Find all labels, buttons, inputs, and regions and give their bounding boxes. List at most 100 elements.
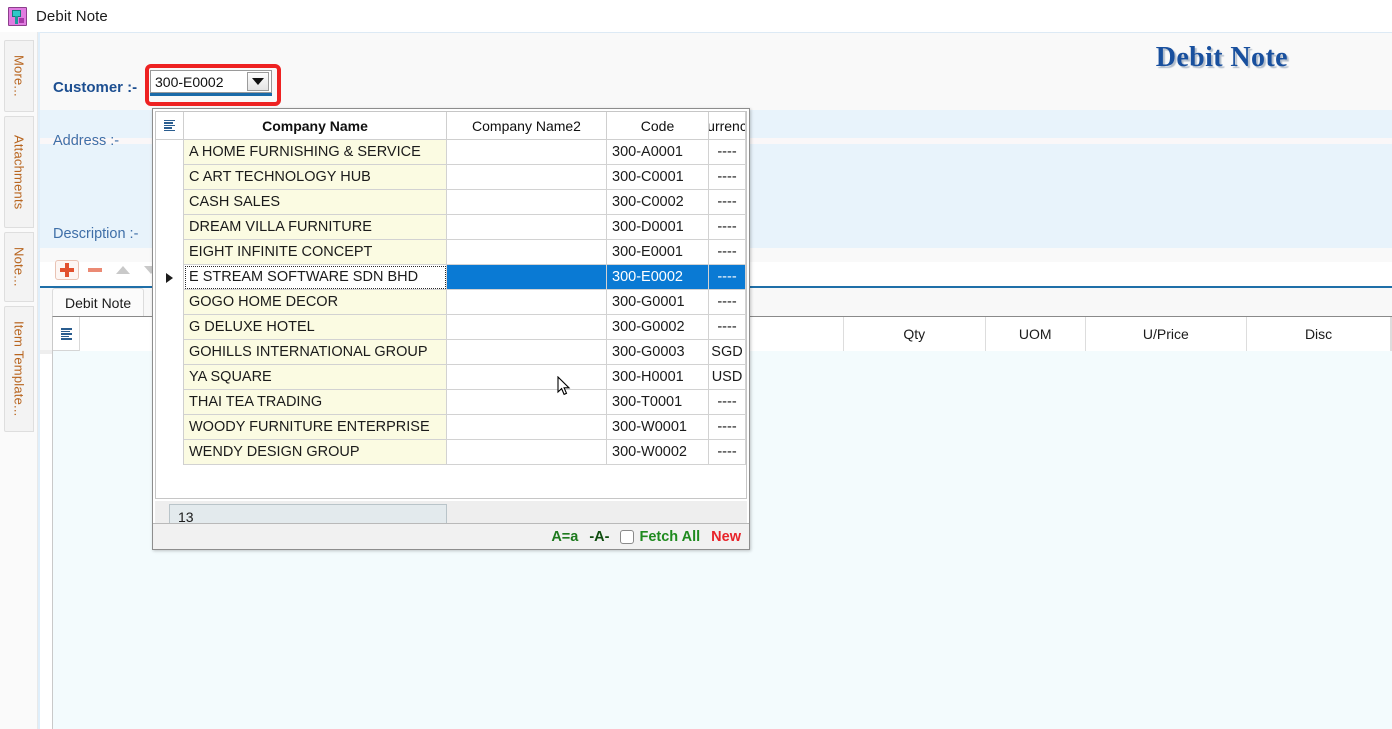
lookup-cell-company-name2[interactable] <box>447 315 607 340</box>
lookup-cell-company-name2[interactable] <box>447 365 607 390</box>
lookup-cell-company-name[interactable]: WOODY FURNITURE ENTERPRISE <box>184 415 447 440</box>
lookup-cell-company-name[interactable]: C ART TECHNOLOGY HUB <box>184 165 447 190</box>
lookup-cell-company-name2[interactable] <box>447 440 607 465</box>
lookup-row[interactable]: GOGO HOME DECOR 300-G0001---- <box>156 290 746 315</box>
lookup-cell-code[interactable]: 300-H0001 <box>607 365 709 390</box>
lookup-cell-currency[interactable]: ---- <box>709 190 746 215</box>
lookup-row[interactable]: EIGHT INFINITE CONCEPT 300-E0001---- <box>156 240 746 265</box>
row-indicator-cell[interactable] <box>156 440 184 465</box>
column-chooser-icon[interactable] <box>61 328 72 340</box>
fetch-all-checkbox[interactable] <box>620 530 634 544</box>
lookup-cell-currency[interactable]: ---- <box>709 165 746 190</box>
lookup-cell-company-name[interactable]: G DELUXE HOTEL <box>184 315 447 340</box>
lookup-row[interactable]: G DELUXE HOTEL 300-G0002---- <box>156 315 746 340</box>
column-header-uprice[interactable]: U/Price <box>1086 317 1248 351</box>
sidebar-item-item-template[interactable]: Item Template... <box>4 306 34 432</box>
lookup-cell-currency[interactable]: SGD <box>709 340 746 365</box>
lookup-row[interactable]: WENDY DESIGN GROUP300-W0002---- <box>156 440 746 465</box>
row-indicator-cell[interactable] <box>156 340 184 365</box>
lookup-cell-company-name2[interactable] <box>447 215 607 240</box>
lookup-cell-code[interactable]: 300-C0002 <box>607 190 709 215</box>
lookup-row[interactable]: A HOME FURNISHING & SERVICE 300-A0001---- <box>156 140 746 165</box>
lookup-row[interactable]: WOODY FURNITURE ENTERPRISE 300-W0001---- <box>156 415 746 440</box>
sidebar-item-attachments[interactable]: Attachments <box>4 116 34 228</box>
customer-lookup-dropdown[interactable]: Company Name Company Name2 Code urrenc A… <box>152 108 750 550</box>
lookup-row[interactable]: DREAM VILLA FURNITURE300-D0001---- <box>156 215 746 240</box>
column-header-currency[interactable]: urrenc <box>709 112 746 139</box>
lookup-cell-company-name2[interactable] <box>447 415 607 440</box>
lookup-cell-code[interactable]: 300-T0001 <box>607 390 709 415</box>
lookup-cell-company-name2[interactable] <box>447 165 607 190</box>
row-indicator-cell[interactable] <box>156 265 184 290</box>
row-indicator-cell[interactable] <box>156 390 184 415</box>
lookup-cell-code[interactable]: 300-G0001 <box>607 290 709 315</box>
lookup-cell-company-name2[interactable] <box>447 290 607 315</box>
lookup-cell-company-name[interactable]: A HOME FURNISHING & SERVICE <box>184 140 447 165</box>
lookup-cell-code[interactable]: 300-A0001 <box>607 140 709 165</box>
lookup-cell-code[interactable]: 300-E0001 <box>607 240 709 265</box>
lookup-cell-code[interactable]: 300-C0001 <box>607 165 709 190</box>
column-header-uom[interactable]: UOM <box>986 317 1086 351</box>
tab-debit-note[interactable]: Debit Note <box>52 288 144 316</box>
lookup-cell-code[interactable]: 300-W0001 <box>607 415 709 440</box>
lookup-cell-company-name2[interactable] <box>447 265 607 290</box>
lookup-cell-currency[interactable]: ---- <box>709 440 746 465</box>
lookup-cell-company-name[interactable]: DREAM VILLA FURNITURE <box>184 215 447 240</box>
lookup-gutter-header[interactable] <box>156 112 184 139</box>
lookup-cell-company-name[interactable]: YA SQUARE <box>184 365 447 390</box>
lookup-cell-currency[interactable]: ---- <box>709 290 746 315</box>
lookup-cell-company-name[interactable]: GOGO HOME DECOR <box>184 290 447 315</box>
sidebar-item-more[interactable]: More... <box>4 40 34 112</box>
case-sensitive-toggle[interactable]: A=a <box>551 529 578 545</box>
column-chooser-icon[interactable] <box>164 120 175 132</box>
lookup-cell-currency[interactable]: ---- <box>709 415 746 440</box>
column-header-company-name[interactable]: Company Name <box>184 112 447 139</box>
lookup-cell-code[interactable]: 300-G0002 <box>607 315 709 340</box>
row-indicator-cell[interactable] <box>156 415 184 440</box>
fetch-all-label[interactable]: Fetch All <box>639 529 700 545</box>
row-indicator-cell[interactable] <box>156 215 184 240</box>
lookup-cell-currency[interactable]: ---- <box>709 140 746 165</box>
row-indicator-cell[interactable] <box>156 190 184 215</box>
grid-gutter-header[interactable] <box>53 317 80 351</box>
lookup-row[interactable]: C ART TECHNOLOGY HUB 300-C0001---- <box>156 165 746 190</box>
lookup-cell-currency[interactable]: ---- <box>709 215 746 240</box>
lookup-cell-company-name2[interactable] <box>447 390 607 415</box>
lookup-cell-company-name2[interactable] <box>447 240 607 265</box>
remove-row-button[interactable] <box>83 260 107 280</box>
column-header-qty[interactable]: Qty <box>844 317 986 351</box>
row-indicator-cell[interactable] <box>156 290 184 315</box>
lookup-row[interactable]: YA SQUARE 300-H0001USD <box>156 365 746 390</box>
lookup-cell-currency[interactable]: ---- <box>709 390 746 415</box>
lookup-cell-currency[interactable]: ---- <box>709 240 746 265</box>
lookup-cell-company-name2[interactable] <box>447 340 607 365</box>
lookup-cell-company-name2[interactable] <box>447 190 607 215</box>
row-indicator-cell[interactable] <box>156 315 184 340</box>
column-header-disc[interactable]: Disc <box>1247 317 1391 351</box>
lookup-cell-currency[interactable]: USD <box>709 365 746 390</box>
column-header-code[interactable]: Code <box>607 112 709 139</box>
lookup-row[interactable]: GOHILLS INTERNATIONAL GROUP300-G0003SGD <box>156 340 746 365</box>
row-indicator-cell[interactable] <box>156 165 184 190</box>
lookup-cell-company-name[interactable]: WENDY DESIGN GROUP <box>184 440 447 465</box>
lookup-cell-code[interactable]: 300-G0003 <box>607 340 709 365</box>
customer-combobox[interactable]: 300-E0002 <box>150 70 272 96</box>
customer-input[interactable]: 300-E0002 <box>151 74 247 90</box>
lookup-cell-company-name2[interactable] <box>447 140 607 165</box>
lookup-cell-company-name[interactable]: EIGHT INFINITE CONCEPT <box>184 240 447 265</box>
column-header-company-name2[interactable]: Company Name2 <box>447 112 607 139</box>
lookup-row[interactable]: CASH SALES 300-C0002---- <box>156 190 746 215</box>
sidebar-item-note[interactable]: Note... <box>4 232 34 302</box>
new-record-button[interactable]: New <box>711 529 741 545</box>
lookup-cell-company-name[interactable]: E STREAM SOFTWARE SDN BHD <box>184 265 447 290</box>
lookup-cell-company-name[interactable]: CASH SALES <box>184 190 447 215</box>
lookup-cell-company-name[interactable]: THAI TEA TRADING <box>184 390 447 415</box>
row-indicator-cell[interactable] <box>156 140 184 165</box>
customer-combobox-field[interactable]: 300-E0002 <box>150 70 272 93</box>
lookup-cell-currency[interactable]: ---- <box>709 315 746 340</box>
lookup-cell-code[interactable]: 300-E0002 <box>607 265 709 290</box>
lookup-row[interactable]: THAI TEA TRADING 300-T0001---- <box>156 390 746 415</box>
lookup-row[interactable]: E STREAM SOFTWARE SDN BHD300-E0002---- <box>156 265 746 290</box>
uppercase-toggle[interactable]: -A- <box>589 529 609 545</box>
row-indicator-cell[interactable] <box>156 240 184 265</box>
